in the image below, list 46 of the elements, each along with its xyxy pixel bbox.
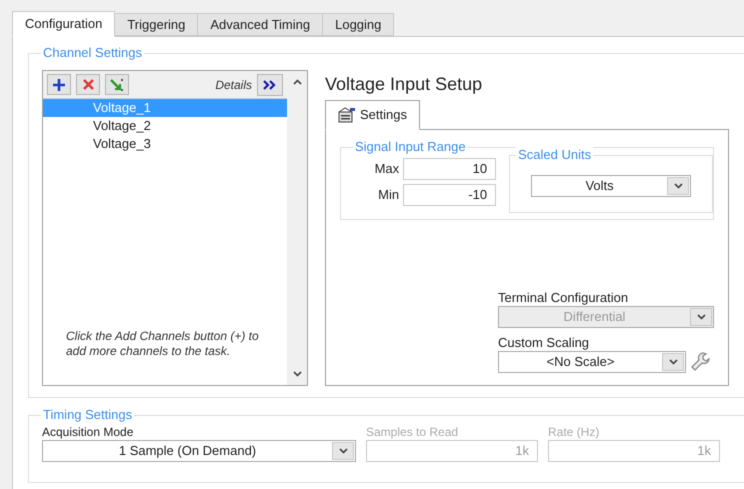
wrench-icon[interactable] xyxy=(690,351,710,373)
field-label: Samples to Read xyxy=(366,425,460,440)
tab[interactable]: Advanced Timing xyxy=(197,13,324,36)
channel-item[interactable]: Voltage_3 xyxy=(43,135,287,153)
field-label: Terminal Configuration xyxy=(498,290,630,306)
number-field[interactable]: -10 xyxy=(403,184,496,206)
settings-panel-icon xyxy=(338,107,356,123)
field-label: Custom Scaling xyxy=(498,335,590,351)
tab[interactable]: Settings xyxy=(325,100,420,130)
channel-item[interactable]: Voltage_2 xyxy=(43,117,287,135)
chevron-down-icon xyxy=(674,183,683,189)
channel-mapping-button[interactable] xyxy=(105,74,129,95)
chevron-down-icon xyxy=(292,371,302,377)
setup-title: Voltage Input Setup xyxy=(325,73,484,95)
field-label: Rate (Hz) xyxy=(548,425,600,440)
scrollbar[interactable] xyxy=(287,71,307,385)
close-icon xyxy=(82,78,94,91)
group-title: Timing Settings xyxy=(41,407,134,423)
chevron-down-icon xyxy=(696,314,706,320)
tab[interactable]: Configuration xyxy=(12,11,116,37)
chevron-up-icon xyxy=(292,79,302,85)
plus-icon xyxy=(52,78,66,92)
dropdown[interactable]: <No Scale> xyxy=(498,351,686,373)
group-title: Channel Settings xyxy=(41,45,144,61)
dropdown-value: Differential xyxy=(562,308,626,326)
dropdown[interactable]: Volts xyxy=(531,175,692,197)
remove-channel-button[interactable] xyxy=(76,74,100,95)
range-label: Max xyxy=(374,160,400,178)
chevron-down-icon xyxy=(338,448,348,454)
double-chevron-icon xyxy=(263,80,277,90)
hint-text: Click the Add Channels button (+) to add more channels to the task. xyxy=(66,329,260,359)
range-label: Min xyxy=(378,186,400,204)
details-label: Details xyxy=(215,76,252,94)
field-label: Acquisition Mode xyxy=(42,425,134,440)
group-title: Signal Input Range xyxy=(353,139,468,155)
dropdown-value: <No Scale> xyxy=(546,353,616,372)
chevron-down-icon xyxy=(668,359,678,365)
dropdown-value: Volts xyxy=(584,177,615,196)
details-button[interactable] xyxy=(257,74,283,96)
tab[interactable]: Triggering xyxy=(114,13,198,36)
dropdown-value: 1 Sample (On Demand) xyxy=(118,442,258,460)
add-channel-button[interactable] xyxy=(47,74,71,95)
arrow-icon xyxy=(110,78,124,92)
number-field[interactable]: 10 xyxy=(403,158,496,180)
dropdown[interactable]: 1 Sample (On Demand) xyxy=(42,440,356,462)
tab[interactable]: Logging xyxy=(322,13,394,36)
